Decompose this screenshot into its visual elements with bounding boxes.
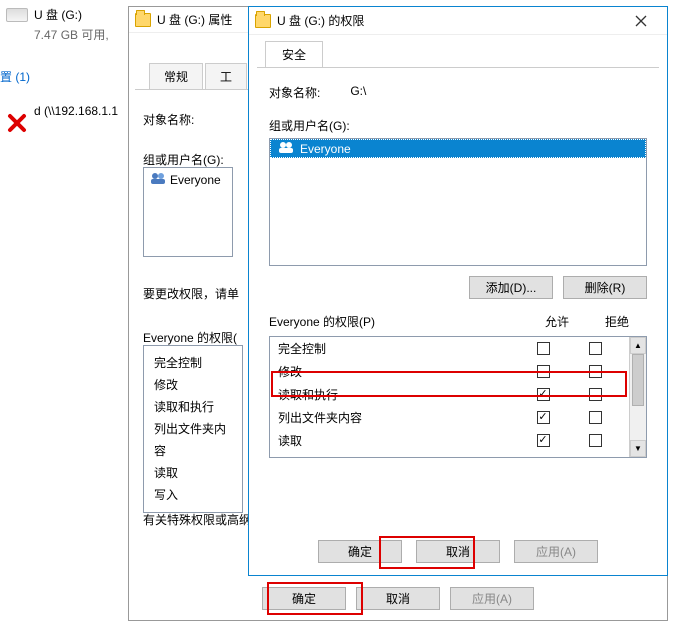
perm-name: 读取 [278,432,517,449]
perm-ro: 完全控制 [154,352,232,374]
drive-label: U 盘 (G:) [34,6,82,23]
ok-button[interactable]: 确定 [318,540,402,563]
deny-checkbox[interactable] [589,342,602,355]
deny-checkbox[interactable] [589,434,602,447]
change-perm-hint: 要更改权限，请单 [143,285,239,302]
advanced-hint: 有关特殊权限或高纲 [143,511,251,528]
scroll-up-button[interactable]: ▲ [630,337,646,354]
ok-button[interactable]: 确定 [262,587,346,610]
scroll-track[interactable] [630,354,646,440]
permissions-titlebar[interactable]: U 盘 (G:) 的权限 [249,7,667,35]
net-drive-item[interactable]: d (\\192.168.1.1 [34,104,118,118]
perm-table-header: Everyone 的权限(P) 允许 拒绝 [269,313,647,330]
perm-ro: 修改 [154,374,232,396]
perm-header: Everyone 的权限(P) [269,313,527,330]
apply-button[interactable]: 应用(A) [514,540,598,563]
permissions-window: U 盘 (G:) 的权限 安全 对象名称: G:\ 组或用户名(G): Ever… [248,6,668,576]
list-item[interactable]: Everyone [150,172,226,187]
obj-name-value: G:\ [350,84,366,101]
perm-name: 读取和执行 [278,386,517,403]
perm-name: 完全控制 [278,340,517,357]
perm-row: 读取 [270,429,629,452]
remove-button[interactable]: 删除(R) [563,276,647,299]
perm-ro: 写入 [154,484,232,506]
perm-ro: 读取 [154,462,232,484]
deny-header: 拒绝 [587,313,647,330]
drive-icon [6,8,28,22]
groups-listbox[interactable]: Everyone [143,167,233,257]
tab-tools[interactable]: 工 [205,63,247,89]
drive-sublabel: 7.47 GB 可用, [34,26,109,43]
perm-row: 修改 [270,360,629,383]
tab-general[interactable]: 常规 [149,63,203,89]
groups-listbox[interactable]: Everyone [269,138,647,266]
add-button[interactable]: 添加(D)... [469,276,553,299]
perm-name: 修改 [278,363,517,380]
groups-label: 组或用户名(G): [143,151,224,168]
users-icon [278,141,294,156]
allow-checkbox[interactable] [537,434,550,447]
perm-row: 完全控制 [270,337,629,360]
drive-folder-icon [135,13,151,27]
deny-checkbox[interactable] [589,365,602,378]
cancel-button[interactable]: 取消 [356,587,440,610]
perm-ro: 读取和执行 [154,396,232,418]
list-item-label: Everyone [300,142,351,156]
drive-item[interactable]: U 盘 (G:) [0,6,135,23]
apply-button[interactable]: 应用(A) [450,587,534,610]
allow-checkbox[interactable] [537,411,550,424]
scroll-down-button[interactable]: ▼ [630,440,646,457]
perm-row: 列出文件夹内容 [270,406,629,429]
deny-checkbox[interactable] [589,411,602,424]
obj-name-label: 对象名称: [143,111,194,128]
cancel-button[interactable]: 取消 [416,540,500,563]
scrollbar[interactable]: ▲ ▼ [629,337,646,457]
close-button[interactable] [621,7,661,35]
permissions-title: U 盘 (G:) 的权限 [277,12,364,29]
allow-checkbox[interactable] [537,388,550,401]
allow-header: 允许 [527,313,587,330]
scroll-thumb[interactable] [632,354,644,406]
allow-checkbox[interactable] [537,365,550,378]
perm-row: 读取和执行 [270,383,629,406]
perm-table: 完全控制修改读取和执行列出文件夹内容读取 [270,337,629,457]
obj-name-label: 对象名称: [269,84,320,101]
places-link[interactable]: 置 (1) [0,68,30,85]
deny-checkbox[interactable] [589,388,602,401]
perm-list-readonly: 完全控制 修改 读取和执行 列出文件夹内容 读取 写入 [143,345,243,513]
list-item-label: Everyone [170,173,221,187]
groups-label: 组或用户名(G): [269,117,647,134]
drive-folder-icon [255,14,271,28]
allow-checkbox[interactable] [537,342,550,355]
perm-name: 列出文件夹内容 [278,409,517,426]
properties-buttons: 确定 取消 应用(A) [129,587,667,610]
perm-ro: 列出文件夹内容 [154,418,232,462]
permissions-buttons: 确定 取消 应用(A) [249,540,667,563]
permissions-tabs: 安全 [249,35,667,67]
users-icon [150,172,166,187]
disconnected-icon [6,112,28,134]
tab-security[interactable]: 安全 [265,41,323,67]
perm-header: Everyone 的权限( [143,329,237,346]
list-item-selected[interactable]: Everyone [270,139,646,158]
properties-title: U 盘 (G:) 属性 [157,11,232,28]
